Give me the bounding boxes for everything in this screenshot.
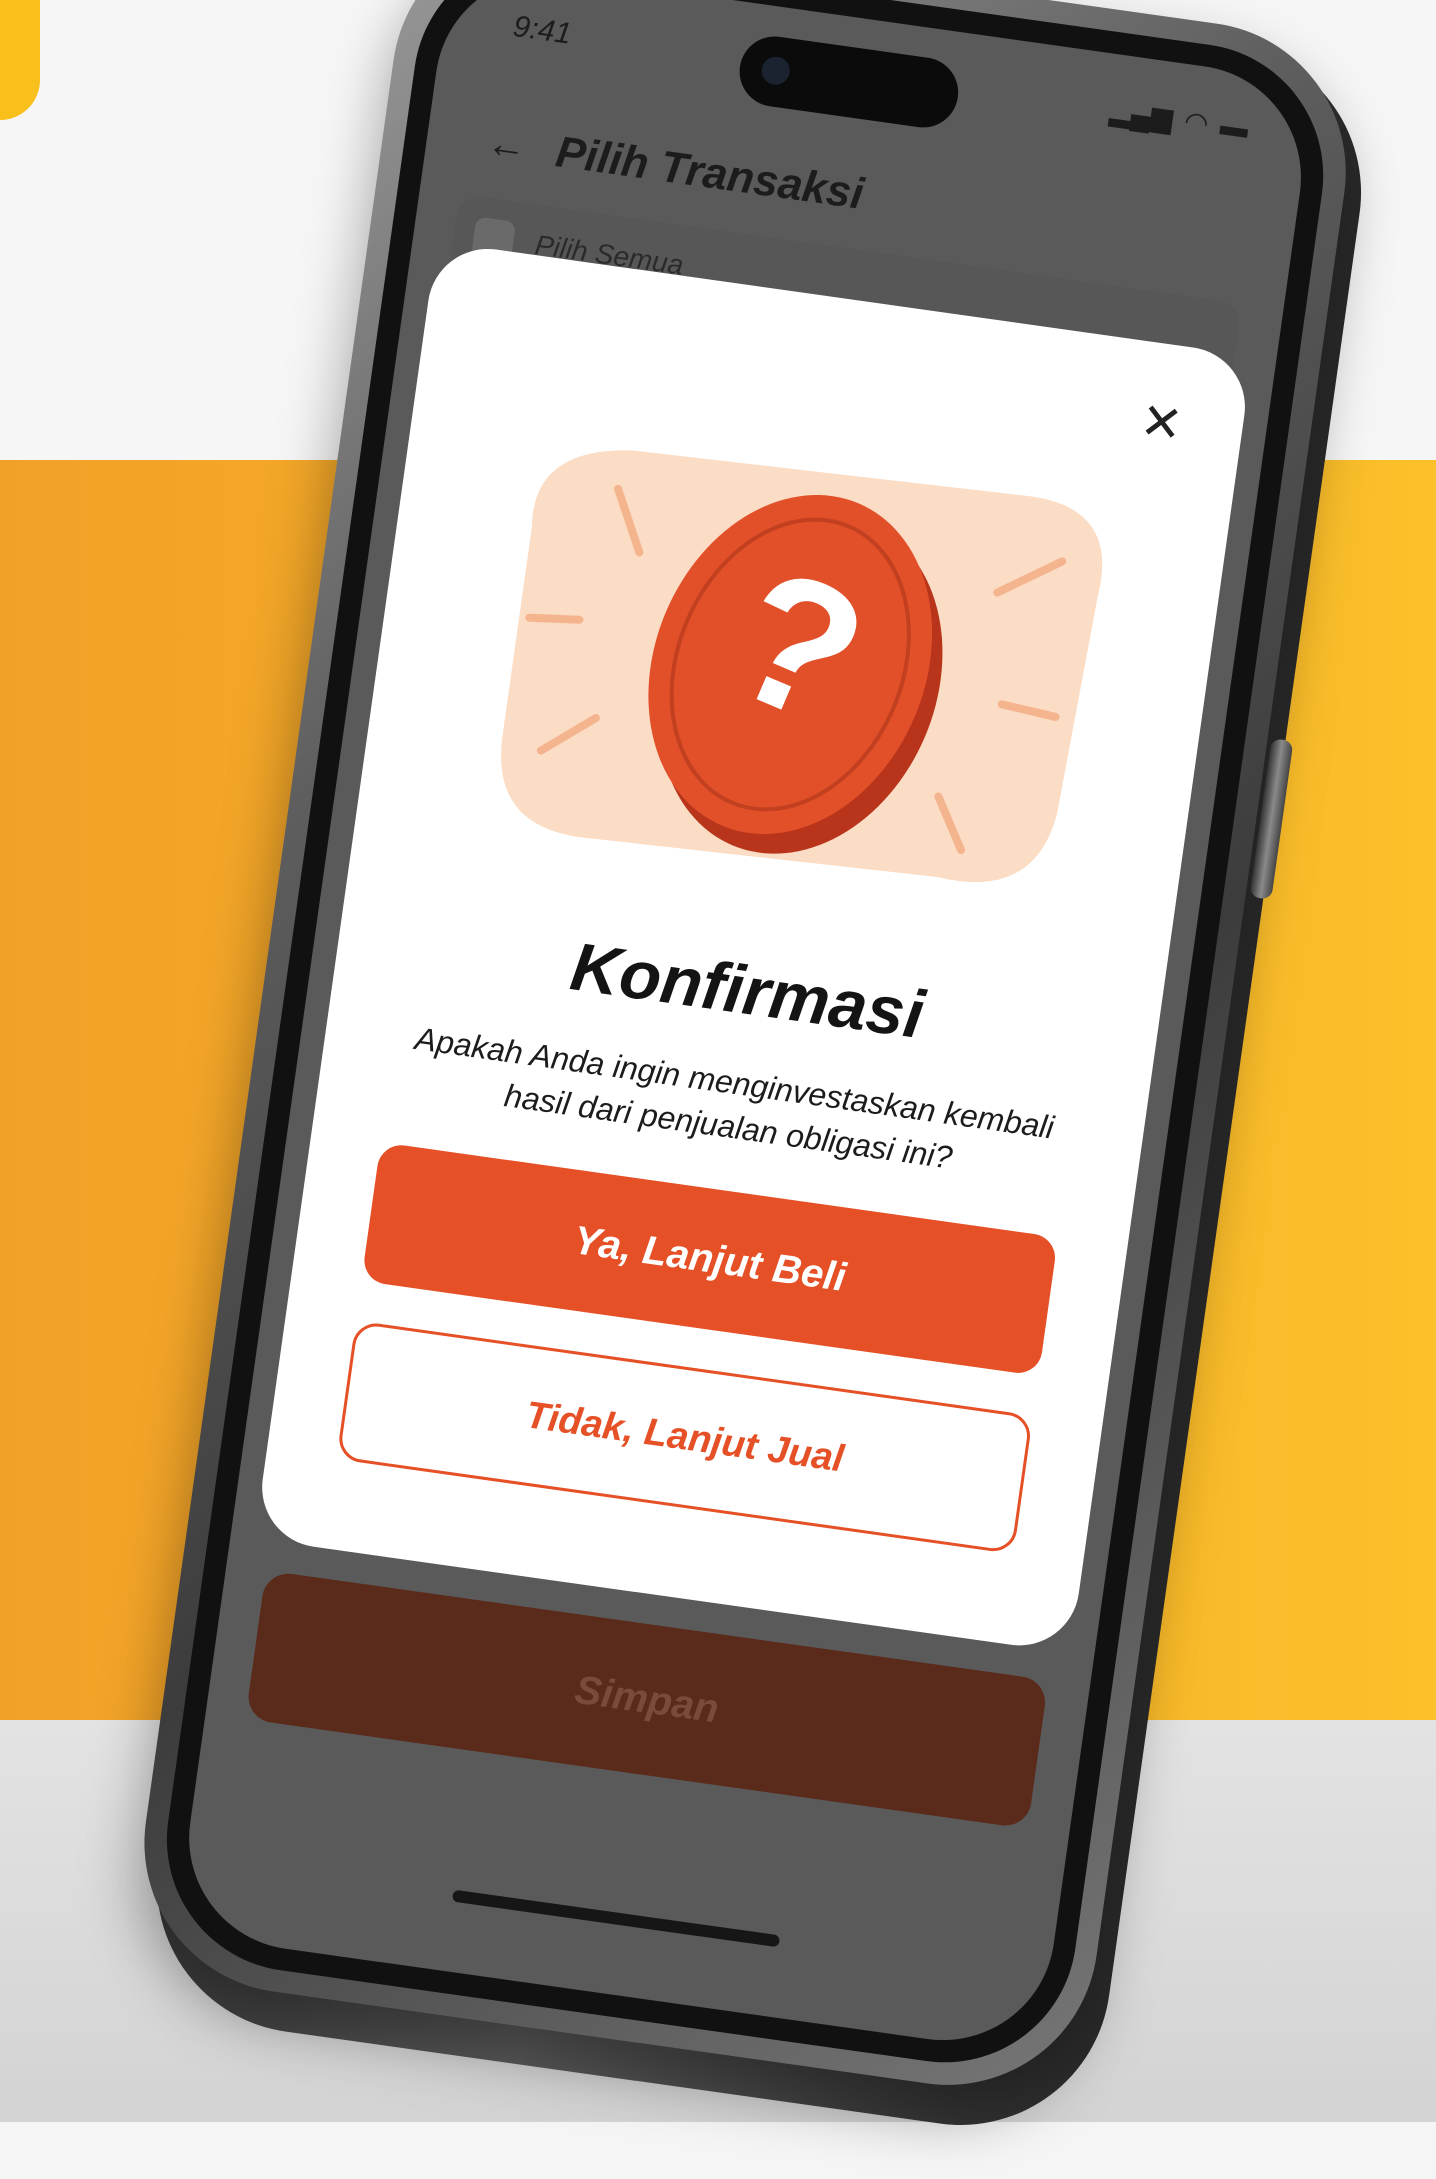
home-indicator xyxy=(451,1889,781,1948)
wifi-icon: ◠ xyxy=(1182,105,1211,140)
question-coin-icon: ? xyxy=(501,450,1103,883)
status-icons: ▂▄▆ ◠ ▬ xyxy=(1108,94,1251,146)
battery-icon: ▬ xyxy=(1218,109,1251,144)
camera-icon xyxy=(759,54,792,87)
close-icon[interactable]: ✕ xyxy=(1137,391,1187,454)
confirmation-modal: ✕ ? Konfirmasi Apakah Anda ingin menginv… xyxy=(254,241,1253,1654)
status-time: 9:41 xyxy=(511,9,574,51)
back-arrow-icon[interactable]: ← xyxy=(484,120,530,170)
signal-icon: ▂▄▆ xyxy=(1108,94,1175,135)
dynamic-island xyxy=(735,32,963,132)
side-button xyxy=(1249,738,1294,900)
page-title: Pilih Transaksi xyxy=(552,127,867,219)
